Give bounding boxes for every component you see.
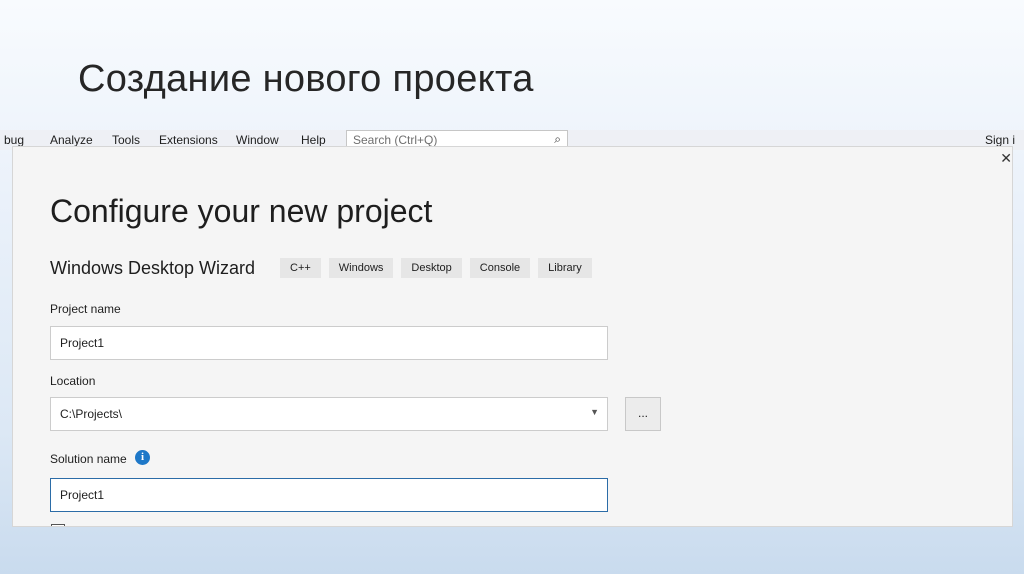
- place-solution-checkbox[interactable]: [51, 524, 65, 526]
- dialog-heading: Configure your new project: [50, 193, 433, 229]
- sign-in-link[interactable]: Sign i: [985, 133, 1015, 147]
- browse-button[interactable]: ...: [625, 397, 661, 431]
- solution-name-label: Solution name: [50, 452, 127, 466]
- menu-item-tools[interactable]: Tools: [112, 133, 140, 147]
- project-name-label: Project name: [50, 302, 121, 316]
- menu-item-extensions[interactable]: Extensions: [159, 133, 218, 147]
- tag-console: Console: [469, 258, 531, 278]
- menu-item-window[interactable]: Window: [236, 133, 279, 147]
- location-label: Location: [50, 374, 96, 388]
- tag-windows: Windows: [328, 258, 394, 278]
- tag-cpp: C++: [280, 258, 321, 278]
- menu-item-debug[interactable]: bug: [4, 133, 24, 147]
- menu-item-analyze[interactable]: Analyze: [50, 133, 93, 147]
- template-name: Windows Desktop Wizard: [50, 258, 256, 278]
- configure-project-dialog: ✕ Configure your new project Windows Des…: [12, 146, 1013, 527]
- project-name-value: Project1: [60, 336, 105, 350]
- solution-name-value: Project1: [60, 488, 105, 502]
- location-value: C:\Projects\: [60, 407, 123, 421]
- project-name-input[interactable]: Project1: [50, 326, 608, 360]
- menu-item-help[interactable]: Help: [301, 133, 326, 147]
- tag-library: Library: [538, 258, 592, 278]
- info-icon[interactable]: i: [135, 450, 150, 465]
- solution-name-input[interactable]: Project1: [50, 478, 608, 512]
- template-tags: C++ Windows Desktop Console Library: [280, 258, 592, 278]
- search-icon: ⌕: [554, 132, 561, 146]
- location-dropdown[interactable]: C:\Projects\ ▼: [50, 397, 608, 431]
- tag-desktop: Desktop: [401, 258, 462, 278]
- chevron-down-icon: ▼: [590, 407, 599, 417]
- close-icon[interactable]: ✕: [1000, 151, 1012, 167]
- search-placeholder: Search (Ctrl+Q): [353, 133, 438, 147]
- slide-title: Создание нового проекта: [78, 58, 534, 100]
